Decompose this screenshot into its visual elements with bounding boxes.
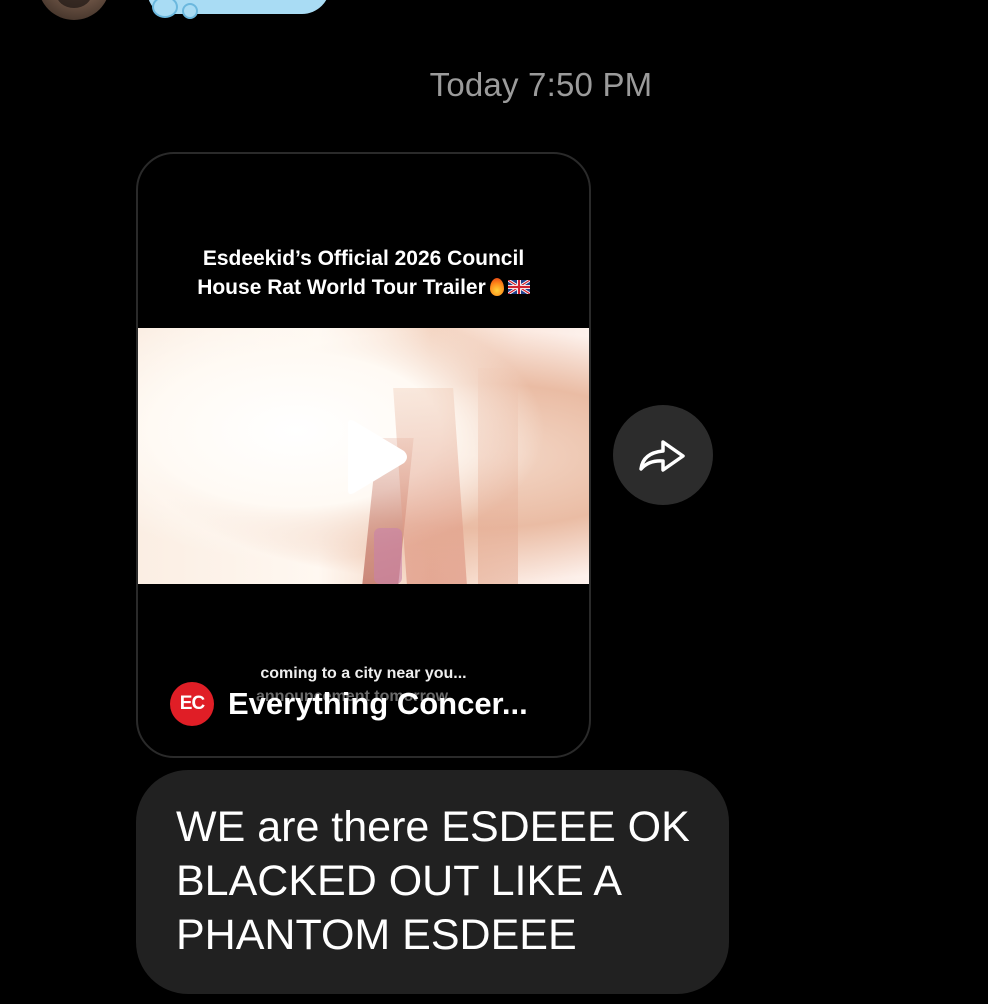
video-figure-shape [374, 528, 402, 584]
reel-source-row[interactable]: EC Everything Concer... [170, 682, 528, 726]
reel-video-frame[interactable] [138, 328, 589, 584]
play-icon[interactable] [340, 418, 410, 496]
reel-subtitle: coming to a city near you... [260, 665, 467, 682]
reel-caption-line1: Esdeekid’s Official 2026 Council [202, 247, 525, 270]
typing-dot-large [152, 0, 178, 18]
fire-icon [489, 278, 504, 296]
share-arrow-icon [639, 440, 685, 472]
shared-reel-card[interactable]: Esdeekid’s Official 2026 Council House R… [136, 152, 591, 758]
chat-screen: Today 7:50 PM Esdeekid’s Official 2026 C… [0, 0, 988, 1004]
typing-dot-small [182, 3, 198, 19]
message-timestamp: Today 7:50 PM [429, 66, 653, 103]
source-account-name[interactable]: Everything Concer... [228, 686, 528, 722]
message-text: WE are there ESDEEE OK BLACKED OUT LIKE … [176, 803, 690, 959]
message-bubble[interactable]: WE are there ESDEEE OK BLACKED OUT LIKE … [136, 770, 729, 994]
uk-flag-icon [507, 280, 530, 294]
reel-caption-line2-row: House Rat World Tour Trailer [138, 273, 589, 302]
share-button[interactable] [613, 405, 713, 505]
source-logo-icon: EC [170, 682, 214, 726]
reel-caption: Esdeekid’s Official 2026 Council House R… [138, 244, 589, 302]
reel-caption-line2: House Rat World Tour Trailer [197, 276, 486, 299]
video-figure-shape [478, 368, 518, 584]
contact-avatar[interactable] [38, 0, 110, 20]
avatar-shade [56, 0, 92, 8]
